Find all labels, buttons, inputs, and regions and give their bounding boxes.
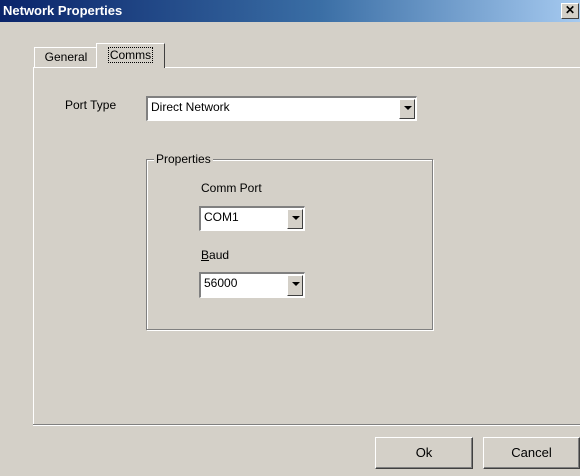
- tab-general[interactable]: General: [34, 47, 98, 67]
- close-button[interactable]: ✕: [561, 3, 579, 19]
- footer-separator: [33, 424, 580, 426]
- window-title: Network Properties: [3, 3, 123, 18]
- tab-comms[interactable]: Comms: [96, 43, 165, 68]
- tab-panel: [33, 67, 580, 424]
- tab-general-label: General: [44, 50, 88, 64]
- close-icon: ✕: [564, 3, 576, 17]
- tab-comms-label: Comms: [107, 47, 154, 63]
- title-bar: Network Properties: [0, 0, 580, 22]
- cancel-button[interactable]: Cancel: [483, 437, 580, 469]
- ok-button[interactable]: Ok: [375, 437, 473, 469]
